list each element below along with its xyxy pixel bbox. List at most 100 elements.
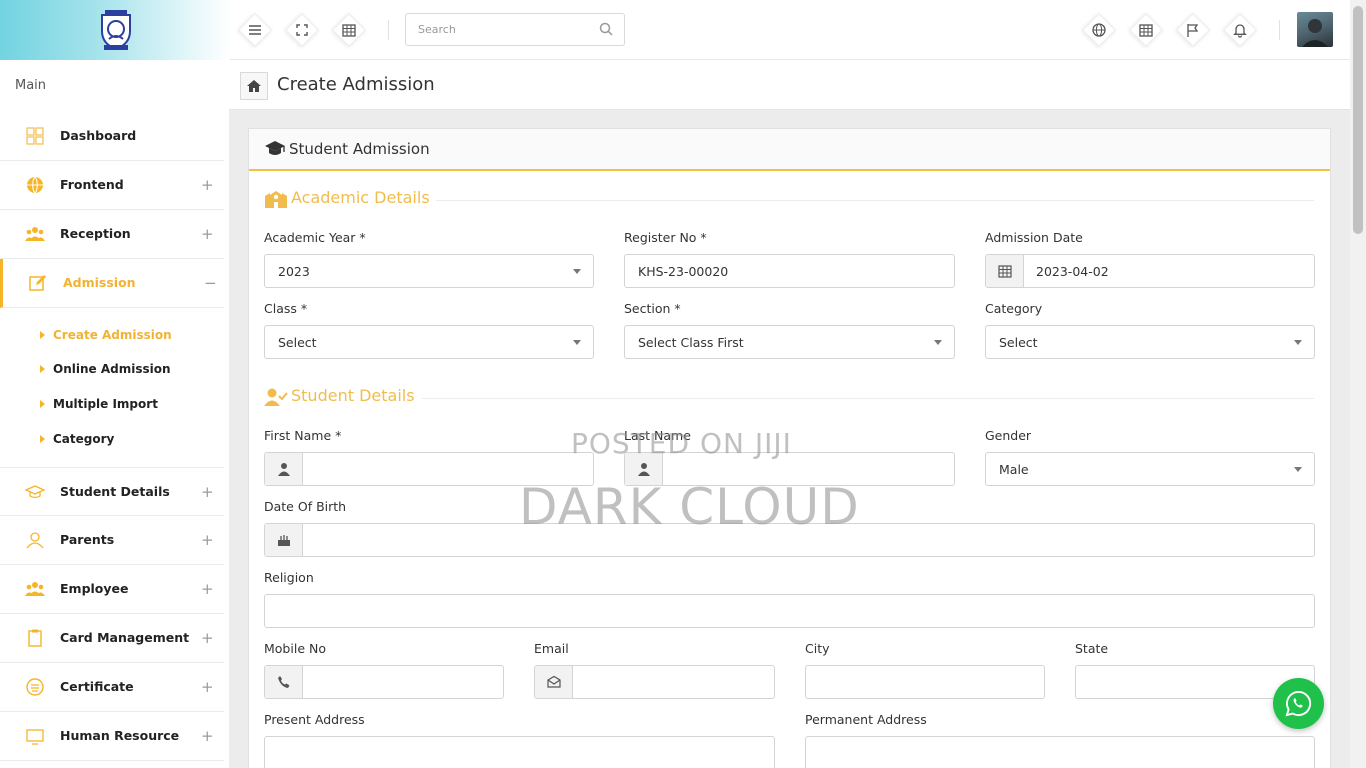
whatsapp-icon bbox=[1285, 690, 1312, 717]
monitor-icon bbox=[26, 729, 44, 745]
email-label: Email bbox=[534, 641, 569, 656]
fullscreen-button[interactable] bbox=[285, 13, 319, 47]
scrollbar-thumb[interactable] bbox=[1353, 6, 1363, 234]
section-divider bbox=[436, 200, 1314, 201]
gender-select[interactable]: Male bbox=[985, 452, 1315, 486]
top-header bbox=[0, 0, 1350, 60]
sidebar-item-label: Certificate bbox=[60, 679, 134, 694]
chevron-down-icon bbox=[934, 340, 942, 345]
sidebar-item-dashboard[interactable]: Dashboard bbox=[0, 112, 224, 161]
user-icon bbox=[26, 532, 44, 549]
sidebar-subitem-online-admission[interactable]: Online Admission bbox=[40, 362, 171, 376]
register-no-input[interactable]: KHS-23-00020 bbox=[624, 254, 955, 288]
sidebar-item-parents[interactable]: Parents + bbox=[0, 516, 224, 565]
user-tie-icon bbox=[638, 463, 650, 476]
user-tie-icon bbox=[278, 463, 290, 476]
dob-label: Date Of Birth bbox=[264, 499, 347, 514]
sidebar-item-certificate[interactable]: Certificate + bbox=[0, 663, 224, 712]
sidebar-item-frontend[interactable]: Frontend + bbox=[0, 161, 224, 210]
sidebar-item-reception[interactable]: Reception + bbox=[0, 210, 224, 259]
academic-year-select[interactable]: 2023 bbox=[264, 254, 594, 288]
notifications-button[interactable] bbox=[1223, 13, 1257, 47]
watermark-text: POSTED ON JIJI bbox=[571, 427, 792, 460]
sidebar-item-human-resource[interactable]: Human Resource + bbox=[0, 712, 224, 761]
category-select[interactable]: Select bbox=[985, 325, 1315, 359]
sidebar-item-employee[interactable]: Employee + bbox=[0, 565, 224, 614]
chevron-down-icon bbox=[1294, 467, 1302, 472]
globe-icon bbox=[1092, 23, 1106, 37]
phone-volume-icon bbox=[278, 676, 290, 688]
collapse-icon: − bbox=[204, 274, 217, 292]
present-address-textarea[interactable] bbox=[264, 736, 775, 768]
bell-icon bbox=[1233, 24, 1247, 38]
date-addon bbox=[986, 255, 1024, 287]
envelope-icon bbox=[547, 675, 561, 688]
city-input[interactable] bbox=[805, 665, 1045, 699]
logo-area bbox=[0, 0, 230, 60]
sidebar-item-card-management[interactable]: Card Management + bbox=[0, 614, 224, 663]
sidebar: Main Dashboard Frontend + Reception + Ad… bbox=[0, 60, 224, 768]
home-button[interactable] bbox=[240, 72, 268, 100]
watermark-text: DARK CLOUD bbox=[519, 478, 860, 536]
sidebar-item-label: Human Resource bbox=[60, 728, 180, 743]
events-button[interactable] bbox=[1129, 13, 1163, 47]
globe-icon bbox=[27, 176, 43, 194]
graduation-cap-icon bbox=[25, 485, 45, 499]
mobile-label: Mobile No bbox=[264, 641, 326, 656]
phone-addon bbox=[265, 666, 303, 698]
expand-icon: + bbox=[201, 678, 214, 696]
permanent-address-textarea[interactable] bbox=[805, 736, 1315, 768]
sidebar-section-label: Main bbox=[15, 78, 47, 93]
graduation-cap-icon bbox=[265, 141, 285, 155]
chevron-down-icon bbox=[1294, 340, 1302, 345]
register-no-label: Register No * bbox=[624, 230, 707, 245]
calendar-icon bbox=[998, 265, 1012, 278]
page-scrollbar[interactable] bbox=[1350, 0, 1366, 768]
page-title: Create Admission bbox=[277, 74, 435, 95]
search-icon[interactable] bbox=[599, 22, 613, 36]
category-label: Category bbox=[985, 301, 1043, 316]
religion-input[interactable] bbox=[264, 594, 1315, 628]
permanent-address-label: Permanent Address bbox=[805, 712, 927, 727]
user-check-icon bbox=[264, 388, 288, 406]
search-input[interactable] bbox=[406, 14, 591, 45]
certificate-icon bbox=[26, 678, 44, 696]
sidebar-item-label: Reception bbox=[60, 226, 131, 241]
menu-toggle-button[interactable] bbox=[238, 13, 272, 47]
section-divider bbox=[422, 398, 1314, 399]
sidebar-item-label: Parents bbox=[60, 532, 115, 547]
sidebar-subitem-create-admission[interactable]: Create Admission bbox=[40, 328, 172, 342]
sidebar-item-label: Frontend bbox=[60, 177, 124, 192]
sidebar-item-label: Admission bbox=[63, 275, 136, 290]
section-select[interactable]: Select Class First bbox=[624, 325, 955, 359]
dob-addon bbox=[265, 524, 303, 556]
email-input[interactable] bbox=[534, 665, 775, 699]
whatsapp-button[interactable] bbox=[1273, 678, 1324, 729]
sidebar-item-student-details[interactable]: Student Details + bbox=[0, 467, 224, 516]
class-select[interactable]: Select bbox=[264, 325, 594, 359]
sidebar-subitem-category[interactable]: Category bbox=[40, 432, 114, 446]
menu-icon bbox=[249, 25, 261, 35]
clipboard-icon bbox=[28, 629, 42, 647]
report-button[interactable] bbox=[1176, 13, 1210, 47]
sidebar-item-admission[interactable]: Admission − bbox=[0, 259, 224, 308]
religion-label: Religion bbox=[264, 570, 314, 585]
present-address-label: Present Address bbox=[264, 712, 365, 727]
school-logo[interactable] bbox=[99, 9, 133, 51]
admission-date-input[interactable]: 2023-04-02 bbox=[985, 254, 1315, 288]
users-icon bbox=[25, 227, 45, 241]
academic-details-header: Academic Details bbox=[264, 188, 1315, 212]
calendar-button[interactable] bbox=[332, 13, 366, 47]
chevron-down-icon bbox=[573, 340, 581, 345]
page-title-bar: Create Admission bbox=[229, 60, 1350, 110]
search-box[interactable] bbox=[405, 13, 625, 46]
panel-header: Student Admission bbox=[249, 129, 1330, 171]
admission-date-label: Admission Date bbox=[985, 230, 1083, 245]
sidebar-item-label: Card Management bbox=[60, 630, 190, 645]
sidebar-subitem-multiple-import[interactable]: Multiple Import bbox=[40, 397, 158, 411]
user-avatar[interactable] bbox=[1297, 12, 1333, 47]
dashboard-icon bbox=[26, 127, 44, 145]
mobile-input[interactable] bbox=[264, 665, 504, 699]
language-button[interactable] bbox=[1082, 13, 1116, 47]
name-addon bbox=[265, 453, 303, 485]
